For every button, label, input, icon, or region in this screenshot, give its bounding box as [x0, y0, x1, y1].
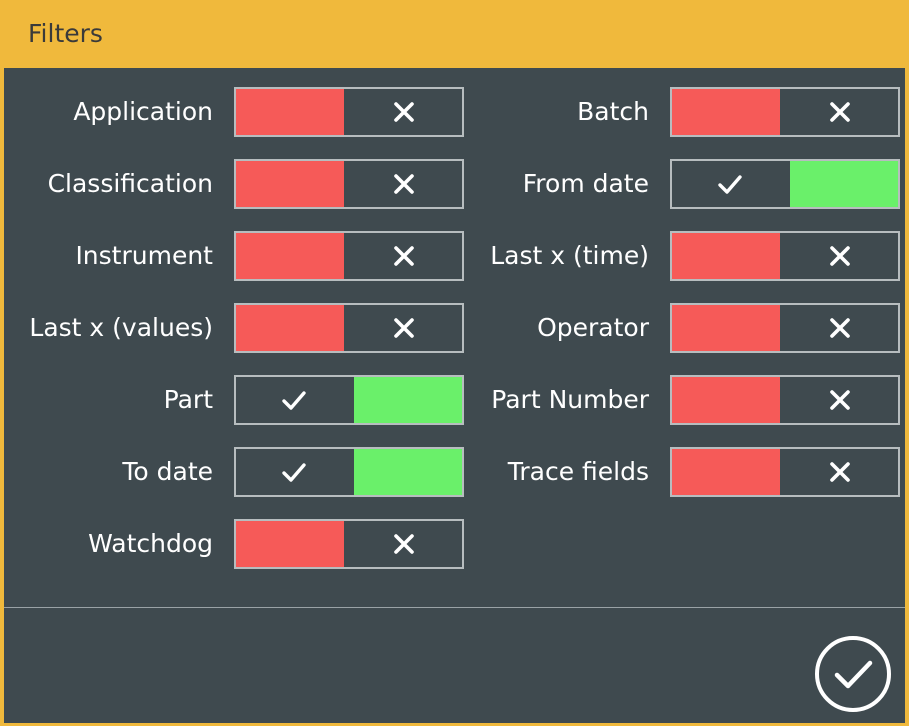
dialog-title: Filters [0, 0, 909, 68]
toggle-mark [236, 449, 352, 495]
toggle-last-x-values[interactable] [234, 303, 464, 353]
filter-label: Trace fields [507, 457, 649, 486]
toggle-mark [782, 377, 898, 423]
toggle-mark [346, 89, 462, 135]
filter-label: Application [73, 97, 213, 126]
cross-icon [394, 102, 414, 122]
check-icon [718, 175, 742, 194]
toggle-fill [236, 89, 344, 135]
toggle-fill [236, 233, 344, 279]
toggle-mark [236, 377, 352, 423]
toggle-mark [346, 305, 462, 351]
filter-label: Operator [537, 313, 649, 342]
filter-label: To date [122, 457, 213, 486]
toggle-fill [236, 521, 344, 567]
check-icon [282, 463, 306, 482]
toggle-fill [236, 161, 344, 207]
toggle-instrument[interactable] [234, 231, 464, 281]
check-icon [282, 391, 306, 410]
toggle-operator[interactable] [670, 303, 900, 353]
cross-icon [830, 318, 850, 338]
toggle-mark [782, 449, 898, 495]
toggle-last-x-time[interactable] [670, 231, 900, 281]
cross-icon [830, 390, 850, 410]
toggle-part-number[interactable] [670, 375, 900, 425]
toggle-fill [672, 233, 780, 279]
toggle-fill [790, 161, 898, 207]
toggle-mark [782, 305, 898, 351]
toggle-from-date[interactable] [670, 159, 900, 209]
filter-label: Last x (time) [490, 241, 649, 270]
cross-icon [394, 318, 414, 338]
cross-icon [394, 534, 414, 554]
toggle-application[interactable] [234, 87, 464, 137]
toggle-fill [354, 377, 462, 423]
cross-icon [394, 174, 414, 194]
toggle-trace-fields[interactable] [670, 447, 900, 497]
footer-divider [4, 607, 905, 608]
circle-check-icon [815, 636, 891, 712]
toggle-batch[interactable] [670, 87, 900, 137]
filter-label: From date [522, 169, 649, 198]
toggle-fill [672, 305, 780, 351]
cross-icon [830, 462, 850, 482]
cross-icon [394, 246, 414, 266]
toggle-fill [236, 305, 344, 351]
toggle-mark [782, 89, 898, 135]
cross-icon [830, 102, 850, 122]
filter-label: Instrument [75, 241, 213, 270]
toggle-to-date[interactable] [234, 447, 464, 497]
filters-dialog: Filters Application Classification Instr… [0, 0, 909, 726]
filter-label: Part Number [491, 385, 649, 414]
filter-label: Last x (values) [29, 313, 213, 342]
cross-icon [830, 246, 850, 266]
toggle-mark [782, 233, 898, 279]
toggle-part[interactable] [234, 375, 464, 425]
toggle-classification[interactable] [234, 159, 464, 209]
filter-label: Watchdog [88, 529, 213, 558]
toggle-mark [672, 161, 788, 207]
toggle-mark [346, 161, 462, 207]
toggle-mark [346, 233, 462, 279]
toggle-fill [672, 449, 780, 495]
toggle-mark [346, 521, 462, 567]
filter-label: Classification [47, 169, 213, 198]
toggle-fill [354, 449, 462, 495]
toggle-fill [672, 377, 780, 423]
toggle-watchdog[interactable] [234, 519, 464, 569]
confirm-button[interactable] [813, 634, 893, 714]
filter-label: Batch [577, 97, 649, 126]
toggle-fill [672, 89, 780, 135]
filter-label: Part [163, 385, 213, 414]
